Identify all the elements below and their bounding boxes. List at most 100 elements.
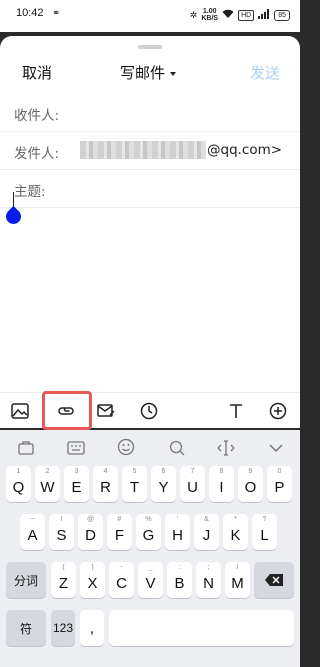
key-s[interactable]: ! S [49, 514, 74, 550]
sheet-grabber[interactable] [138, 45, 162, 49]
symbol-key[interactable]: 符 [6, 610, 46, 646]
hd-badge: HD [238, 9, 255, 21]
key-p[interactable]: 0P [267, 466, 292, 502]
backspace-key[interactable] [254, 562, 294, 598]
key-u[interactable]: 7U [180, 466, 205, 502]
key-b[interactable]: :B [167, 562, 192, 598]
sender-address-redacted [80, 141, 206, 159]
status-time: 10:42 [16, 7, 44, 19]
key-secondary-label: ; [207, 564, 210, 571]
key-d[interactable]: @ D [78, 514, 103, 550]
key-f[interactable]: # F [107, 514, 132, 550]
key-h[interactable]: ' H [165, 514, 190, 550]
key-label: Z [58, 574, 69, 592]
key-label: W [40, 478, 55, 496]
key-label: C [116, 574, 127, 592]
subject-field-row: 主题: [0, 170, 300, 208]
key-secondary-label: _ [148, 564, 153, 571]
key-t[interactable]: 5T [122, 466, 147, 502]
to-input[interactable] [62, 98, 290, 128]
key-v[interactable]: _ V [138, 562, 163, 598]
key-i[interactable]: 8I [209, 466, 234, 502]
key-secondary-label: 7 [190, 468, 195, 475]
key-o[interactable]: 9O [238, 466, 263, 502]
key-n[interactable]: ; N [196, 562, 221, 598]
text-format-icon[interactable] [226, 401, 246, 421]
signal-icon [258, 9, 270, 21]
key-secondary-label: / [236, 564, 239, 571]
key-label: U [187, 478, 198, 496]
attachment-highlight [42, 391, 92, 430]
soft-keyboard: 1Q2W3E4R5T6Y7U8I9O0P ~ A! S @ D # F% G ' H & J * K? L … [0, 430, 300, 667]
clock-icon[interactable] [139, 401, 159, 421]
key-secondary-label: ) [91, 564, 94, 571]
key-secondary-label: 2 [45, 468, 50, 475]
key-y[interactable]: 6Y [151, 466, 176, 502]
key-l[interactable]: ? L [252, 514, 277, 550]
key-secondary-label: ( [62, 564, 65, 571]
key-e[interactable]: 3E [64, 466, 89, 502]
speed-unit: KB/S [201, 15, 219, 22]
key-r[interactable]: 4R [93, 466, 118, 502]
fenci-key[interactable]: 分词 [6, 562, 46, 598]
key-secondary-label: 0 [277, 468, 282, 475]
key-label: V [145, 574, 156, 592]
image-icon[interactable] [10, 401, 30, 421]
key-secondary-label: 4 [103, 468, 108, 475]
send-button[interactable]: 发送 [250, 62, 280, 83]
compose-title: 写邮件 [120, 64, 166, 82]
status-bar: 10:42 ⚭ ✲ 1.00 KB/S HD 85 [0, 0, 300, 32]
add-icon[interactable] [268, 401, 288, 421]
compose-title-dropdown[interactable]: 写邮件 [120, 62, 177, 83]
body-editor[interactable] [0, 209, 300, 392]
keyboard-icon[interactable] [66, 438, 86, 458]
from-field-row[interactable]: 发件人: @qq.com> [0, 132, 300, 170]
key-x[interactable]: ) X [80, 562, 105, 598]
sender-domain: @qq.com> [207, 142, 283, 158]
emoji-icon[interactable] [116, 437, 136, 457]
key-label: J [202, 526, 211, 544]
network-speed: 1.00 KB/S [201, 8, 218, 22]
key-z[interactable]: (Z [51, 562, 76, 598]
keyboard-toolbar [0, 430, 300, 464]
briefcase-icon[interactable] [16, 438, 36, 458]
key-secondary-label: @ [86, 516, 95, 523]
wifi-icon [222, 9, 234, 21]
search-icon[interactable] [167, 438, 187, 458]
chevron-down-icon[interactable] [266, 438, 286, 458]
key-secondary-label: 9 [248, 468, 253, 475]
key-a[interactable]: ~ A [20, 514, 45, 550]
subject-label: 主题: [14, 184, 46, 200]
key-secondary-label: 5 [132, 468, 137, 475]
key-secondary-label: % [145, 516, 152, 523]
space-key[interactable] [109, 610, 294, 646]
key-label: I [219, 478, 224, 496]
key-label: D [85, 526, 96, 544]
key-q[interactable]: 1Q [6, 466, 31, 502]
cursor-move-icon[interactable] [216, 438, 236, 458]
key-c[interactable]: -C [109, 562, 134, 598]
key-j[interactable]: & J [194, 514, 219, 550]
cancel-button[interactable]: 取消 [22, 62, 52, 83]
key-label: A [27, 526, 38, 544]
subject-input[interactable] [62, 174, 290, 204]
key-secondary-label: 8 [219, 468, 224, 475]
key-label: L [260, 526, 269, 544]
mail-edit-icon[interactable] [96, 401, 116, 421]
to-label: 收件人: [14, 108, 60, 124]
key-secondary-label: * [234, 516, 237, 523]
key-label: X [87, 574, 98, 592]
key-label: Y [158, 478, 169, 496]
key-secondary-label: ? [262, 516, 267, 523]
key-label: F [114, 526, 125, 544]
key-label: K [230, 526, 241, 544]
key-k[interactable]: * K [223, 514, 248, 550]
key-label: B [174, 574, 185, 592]
comma-key[interactable]: , [80, 610, 104, 646]
number-key[interactable]: 123 [51, 610, 75, 646]
chat-notification-icon: ⚭ [52, 8, 61, 19]
key-g[interactable]: % G [136, 514, 161, 550]
key-secondary-label: # [117, 516, 122, 523]
key-m[interactable]: / M [225, 562, 250, 598]
key-w[interactable]: 2W [35, 466, 60, 502]
